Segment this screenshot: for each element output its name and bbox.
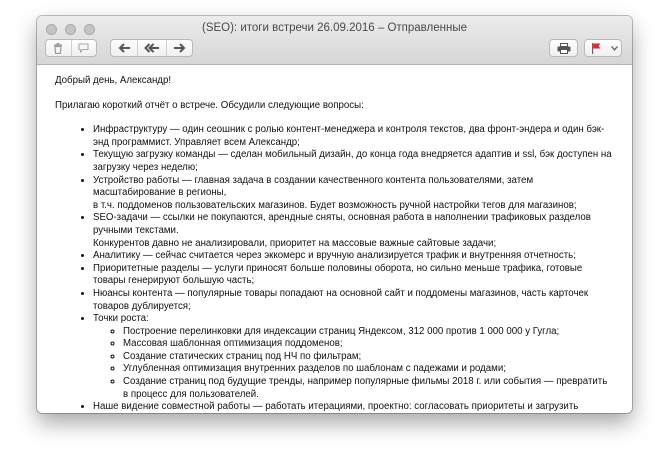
sub-list-item: Построение перелинковки для индексации с… bbox=[123, 326, 612, 339]
window-title: (SEO): итоги встречи 26.09.2016 – Отправ… bbox=[201, 22, 467, 34]
reply-all-icon bbox=[144, 43, 159, 53]
list-item: Текущую загрузку команды — сделан мобиль… bbox=[93, 149, 612, 174]
flag-button[interactable] bbox=[585, 40, 607, 56]
list-item: Аналитику — сейчас считается через экком… bbox=[93, 250, 612, 263]
sub-list-item: Создание страниц под будущие тренды, нап… bbox=[123, 376, 612, 401]
flag-menu[interactable] bbox=[584, 39, 622, 57]
reply-group bbox=[110, 39, 193, 57]
message-body: Добрый день, Александр! Прилагаю коротки… bbox=[37, 65, 632, 413]
chevron-down-icon bbox=[610, 45, 618, 51]
forward-button[interactable] bbox=[165, 40, 192, 56]
trash-icon bbox=[54, 42, 63, 54]
delete-junk-group bbox=[45, 39, 97, 57]
list-item: Инфраструктуру — один сеошник с ролью ко… bbox=[93, 124, 612, 149]
greeting: Добрый день, Александр! bbox=[55, 75, 172, 86]
reply-button[interactable] bbox=[111, 40, 137, 56]
list-item: Наше видение совместной работы — работат… bbox=[93, 401, 612, 413]
print-icon bbox=[557, 42, 570, 54]
sub-list-item: Массовая шаблонная оптимизация поддомено… bbox=[123, 338, 612, 351]
intro-text: Прилагаю короткий отчёт о встрече. Обсуд… bbox=[55, 99, 364, 111]
list-item: Приоритетные разделы — услуги приносят б… bbox=[93, 263, 612, 288]
forward-icon bbox=[173, 43, 186, 53]
list-item: Нюансы контента — популярные товары попа… bbox=[93, 288, 612, 313]
flag-icon bbox=[591, 42, 600, 54]
junk-icon bbox=[78, 43, 90, 53]
sub-list-item: Создание статических страниц под НЧ по ф… bbox=[123, 351, 612, 364]
delete-button[interactable] bbox=[46, 40, 71, 56]
list-item-growth: Точки роста: Построение перелинковки для… bbox=[93, 313, 612, 401]
print-button[interactable] bbox=[549, 39, 578, 57]
list-item: SEO-задачи — ссылки не покупаются, аренд… bbox=[93, 212, 612, 250]
title-bar: (SEO): итоги встречи 26.09.2016 – Отправ… bbox=[37, 16, 632, 65]
reply-all-button[interactable] bbox=[137, 40, 165, 56]
list-item: Устройство работы — главная задача в соз… bbox=[93, 175, 612, 213]
growth-points-list: Построение перелинковки для индексации с… bbox=[93, 326, 612, 402]
junk-button[interactable] bbox=[70, 40, 96, 56]
flag-dropdown-button[interactable] bbox=[607, 40, 621, 56]
mail-window: (SEO): итоги встречи 26.09.2016 – Отправ… bbox=[37, 16, 632, 413]
topics-list: Инфраструктуру — один сеошник с ролью ко… bbox=[55, 124, 612, 413]
reply-icon bbox=[118, 43, 130, 53]
sub-list-item: Углубленная оптимизация внутренних разде… bbox=[123, 363, 612, 376]
